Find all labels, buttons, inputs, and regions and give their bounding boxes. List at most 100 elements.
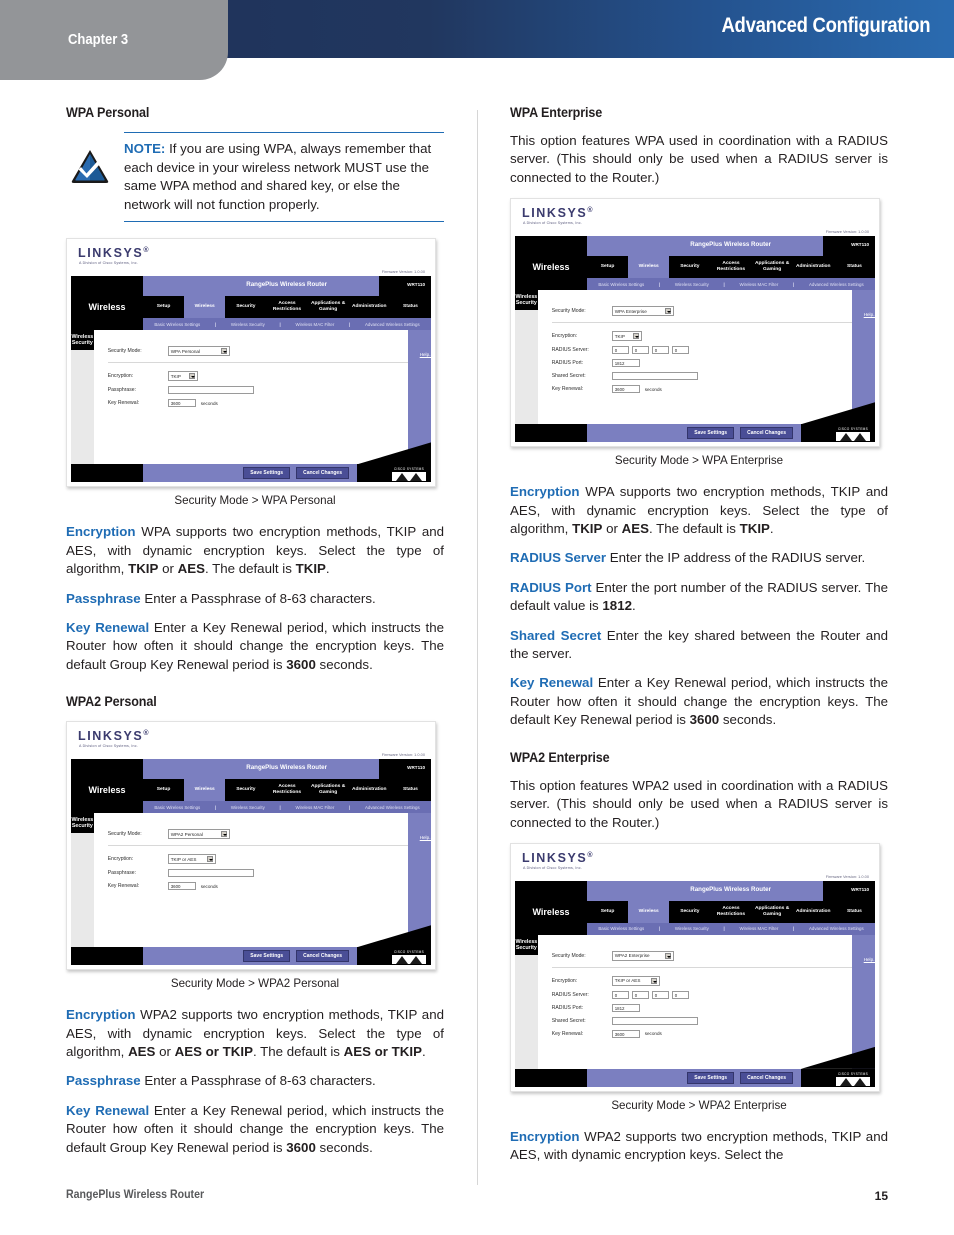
paragraph-encryption-wpa2: Encryption WPA2 supports two encryption … [66,1006,444,1061]
chevron-down-icon [220,348,227,355]
input-key-renewal[interactable]: 3600 [167,399,196,408]
input-radius-server-octet-1[interactable]: 0 [611,346,629,355]
input-radius-port[interactable]: 1812 [611,359,640,368]
nav-tab-administration[interactable]: Administration [793,264,834,270]
nav-tab-wireless[interactable]: Wireless [184,779,226,802]
input-radius-server-octet-2[interactable]: 0 [631,990,649,999]
cisco-logo: CISCO SYSTEMS [392,950,426,965]
save-settings-button[interactable]: Save Settings [243,467,291,480]
cisco-wordmark: CISCO SYSTEMS [837,427,869,432]
paragraph-encryption-wpa: Encryption WPA supports two encryption m… [66,523,444,578]
subtab-wireless-security[interactable]: Wireless Security [675,282,709,287]
input-radius-server-octet-1[interactable]: 0 [611,990,629,999]
nav-tab-security[interactable]: Security [669,264,710,270]
nav-tab-status[interactable]: Status [390,304,431,310]
select-encryption[interactable]: TKIP [167,371,198,382]
input-radius-server-octet-4[interactable]: 0 [671,990,689,999]
help-link[interactable]: Help... [864,312,877,317]
router-ui-screenshot-wpa-enterprise: LINKSYS® A Division of Cisco Systems, In… [510,198,880,448]
subtab-wireless-security[interactable]: Wireless Security [231,322,265,327]
help-link[interactable]: Help... [864,957,877,962]
input-passphrase[interactable] [167,386,254,395]
save-settings-button[interactable]: Save Settings [687,1071,735,1084]
select-encryption-value: TKIP or AES [614,978,641,984]
figure-wpa2-enterprise: LINKSYS® A Division of Cisco Systems, In… [510,842,888,1112]
subtab-advanced-wireless-settings[interactable]: Advanced Wireless Settings [365,322,420,327]
nav-tab-setup[interactable]: Setup [587,909,628,915]
select-security-mode[interactable]: WPA2 Personal [167,829,230,840]
cisco-logo: CISCO SYSTEMS [836,1072,870,1086]
subtab-wireless-mac-filter[interactable]: Wireless MAC Filter [740,282,779,287]
select-encryption[interactable]: TKIP [611,331,642,342]
subtab-wireless-mac-filter[interactable]: Wireless MAC Filter [296,805,335,810]
nav-tab-administration[interactable]: Administration [349,304,390,310]
nav-tab-wireless[interactable]: Wireless [184,296,226,319]
subtab-wireless-security[interactable]: Wireless Security [231,805,265,810]
input-key-renewal[interactable]: 3600 [611,385,640,394]
help-link[interactable]: Help... [420,835,433,840]
cancel-changes-button[interactable]: Cancel Changes [740,427,793,440]
ui-bottom-bar: Save Settings Cancel Changes CISCO SYSTE… [515,1068,875,1087]
subtab-basic-wireless-settings[interactable]: Basic Wireless Settings [154,322,200,327]
nav-tab-setup[interactable]: Setup [143,787,184,793]
nav-tab-applications-gaming[interactable]: Applications & Gaming [308,301,349,313]
input-radius-server-octet-2[interactable]: 0 [631,346,649,355]
select-encryption[interactable]: TKIP or AES [611,975,660,986]
nav-tab-wireless[interactable]: Wireless [628,900,670,923]
input-key-renewal-value: 3600 [614,1031,625,1037]
select-encryption[interactable]: TKIP or AES [167,854,216,865]
nav-tab-setup[interactable]: Setup [587,264,628,270]
nav-tab-applications-gaming[interactable]: Applications & Gaming [752,261,793,273]
select-security-mode[interactable]: WPA2 Enterprise [611,950,674,961]
subtab-advanced-wireless-settings[interactable]: Advanced Wireless Settings [809,926,864,931]
nav-tab-access-restrictions[interactable]: Access Restrictions [266,301,307,313]
input-passphrase[interactable] [167,869,254,878]
nav-tab-status[interactable]: Status [390,787,431,793]
subtab-basic-wireless-settings[interactable]: Basic Wireless Settings [154,805,200,810]
nav-tab-status[interactable]: Status [834,909,875,915]
subtab-basic-wireless-settings[interactable]: Basic Wireless Settings [598,282,644,287]
subtab-wireless-mac-filter[interactable]: Wireless MAC Filter [740,926,779,931]
sidebar-section-label: Wireless Security [515,934,538,955]
subtab-basic-wireless-settings[interactable]: Basic Wireless Settings [598,926,644,931]
nav-tab-access-restrictions[interactable]: Access Restrictions [710,906,751,918]
subtab-wireless-security[interactable]: Wireless Security [675,926,709,931]
select-security-mode[interactable]: WPA Enterprise [611,306,674,317]
nav-tab-wireless[interactable]: Wireless [628,256,670,279]
nav-tab-status[interactable]: Status [834,264,875,270]
input-key-renewal-value: 3600 [170,884,181,890]
nav-tab-administration[interactable]: Administration [349,787,390,793]
subtab-advanced-wireless-settings[interactable]: Advanced Wireless Settings [365,805,420,810]
input-shared-secret[interactable] [611,1016,698,1025]
input-key-renewal[interactable]: 3600 [611,1029,640,1038]
input-radius-server-octet-4[interactable]: 0 [671,346,689,355]
help-link[interactable]: Help... [420,352,433,357]
nav-tab-access-restrictions[interactable]: Access Restrictions [710,261,751,273]
nav-tab-access-restrictions[interactable]: Access Restrictions [266,784,307,796]
subtab-wireless-mac-filter[interactable]: Wireless MAC Filter [296,322,335,327]
field-shared-secret: Shared Secret: [552,1016,852,1025]
input-radius-server-octet-3[interactable]: 0 [651,346,669,355]
cancel-changes-button[interactable]: Cancel Changes [740,1071,793,1084]
cancel-changes-button[interactable]: Cancel Changes [296,467,349,480]
nav-tab-security[interactable]: Security [225,304,266,310]
input-radius-server-octet-3[interactable]: 0 [651,990,669,999]
nav-tab-applications-gaming[interactable]: Applications & Gaming [308,784,349,796]
input-key-renewal[interactable]: 3600 [167,882,196,891]
linksys-wordmark: LINKSYS [522,850,588,865]
heading-wpa2-enterprise: WPA2 Enterprise [510,749,610,765]
form-divider [107,845,408,847]
nav-tab-security[interactable]: Security [669,909,710,915]
save-settings-button[interactable]: Save Settings [687,427,735,440]
nav-tab-administration[interactable]: Administration [793,909,834,915]
save-settings-button[interactable]: Save Settings [243,950,291,963]
cancel-changes-button[interactable]: Cancel Changes [296,950,349,963]
nav-tab-setup[interactable]: Setup [143,304,184,310]
nav-tab-security[interactable]: Security [225,787,266,793]
nav-tab-applications-gaming[interactable]: Applications & Gaming [752,906,793,918]
select-security-mode[interactable]: WPA Personal [167,346,230,357]
subtab-advanced-wireless-settings[interactable]: Advanced Wireless Settings [809,282,864,287]
label-shared-secret: Shared Secret: [551,373,586,380]
input-radius-port[interactable]: 1812 [611,1003,640,1012]
input-shared-secret[interactable] [611,372,698,381]
